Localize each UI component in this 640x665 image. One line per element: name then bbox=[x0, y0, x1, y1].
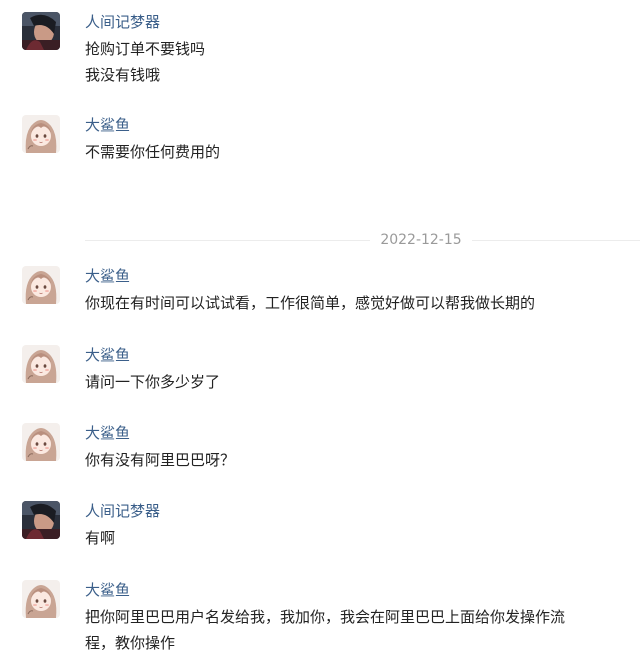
message-text: 程，教你操作 bbox=[85, 634, 176, 652]
message-text: 有啊 bbox=[85, 529, 116, 547]
anime-girl-avatar[interactable] bbox=[22, 115, 60, 153]
message-body: 有啊 bbox=[85, 525, 630, 551]
anime-girl-avatar[interactable] bbox=[22, 423, 60, 461]
sender-name[interactable]: 大鲨鱼 bbox=[85, 266, 130, 286]
sender-name[interactable]: 人间记梦器 bbox=[85, 12, 160, 32]
message-body: 把你阿里巴巴用户名发给我，我加你，我会在阿里巴巴上面给你发操作流 程，教你操作 bbox=[85, 604, 630, 656]
dark-photo-avatar-icon bbox=[22, 501, 60, 539]
message-text: 你有没有阿里巴巴呀？ bbox=[85, 451, 236, 469]
anime-girl-avatar[interactable] bbox=[22, 580, 60, 618]
divider-line bbox=[85, 240, 370, 241]
date-divider: 2022-12-15 bbox=[0, 230, 640, 250]
anime-girl-avatar-icon bbox=[22, 345, 60, 383]
message-text: 抢购订单不要钱吗 bbox=[85, 40, 206, 58]
message-text: 不需要你任何费用的 bbox=[85, 143, 221, 161]
message-body: 不需要你任何费用的 bbox=[85, 139, 630, 165]
anime-girl-avatar[interactable] bbox=[22, 345, 60, 383]
sender-name[interactable]: 大鲨鱼 bbox=[85, 345, 130, 365]
sender-name[interactable]: 人间记梦器 bbox=[85, 501, 160, 521]
anime-girl-avatar[interactable] bbox=[22, 266, 60, 304]
dark-photo-avatar[interactable] bbox=[22, 12, 60, 50]
dark-photo-avatar[interactable] bbox=[22, 501, 60, 539]
sender-name[interactable]: 大鲨鱼 bbox=[85, 115, 130, 135]
sender-name[interactable]: 大鲨鱼 bbox=[85, 580, 130, 600]
chat-transcript: 人间记梦器 抢购订单不要钱吗 我没有钱哦 大鲨鱼 不需要你任何费用的 2022-… bbox=[0, 0, 640, 665]
message-body: 你现在有时间可以试试看，工作很简单，感觉好做可以帮我做长期的 bbox=[85, 290, 630, 316]
message-body: 请问一下你多少岁了 bbox=[85, 369, 630, 395]
message-text: 你现在有时间可以试试看，工作很简单，感觉好做可以帮我做长期的 bbox=[85, 294, 536, 312]
anime-girl-avatar-icon bbox=[22, 580, 60, 618]
dark-photo-avatar-icon bbox=[22, 12, 60, 50]
message-text: 把你阿里巴巴用户名发给我，我加你，我会在阿里巴巴上面给你发操作流 bbox=[85, 608, 566, 626]
date-label: 2022-12-15 bbox=[380, 232, 462, 248]
anime-girl-avatar-icon bbox=[22, 115, 60, 153]
divider-line bbox=[472, 240, 640, 241]
anime-girl-avatar-icon bbox=[22, 266, 60, 304]
message-body: 你有没有阿里巴巴呀？ bbox=[85, 447, 630, 473]
anime-girl-avatar-icon bbox=[22, 423, 60, 461]
message-text: 请问一下你多少岁了 bbox=[85, 373, 221, 391]
message-body: 抢购订单不要钱吗 我没有钱哦 bbox=[85, 36, 630, 88]
sender-name[interactable]: 大鲨鱼 bbox=[85, 423, 130, 443]
message-text: 我没有钱哦 bbox=[85, 66, 161, 84]
